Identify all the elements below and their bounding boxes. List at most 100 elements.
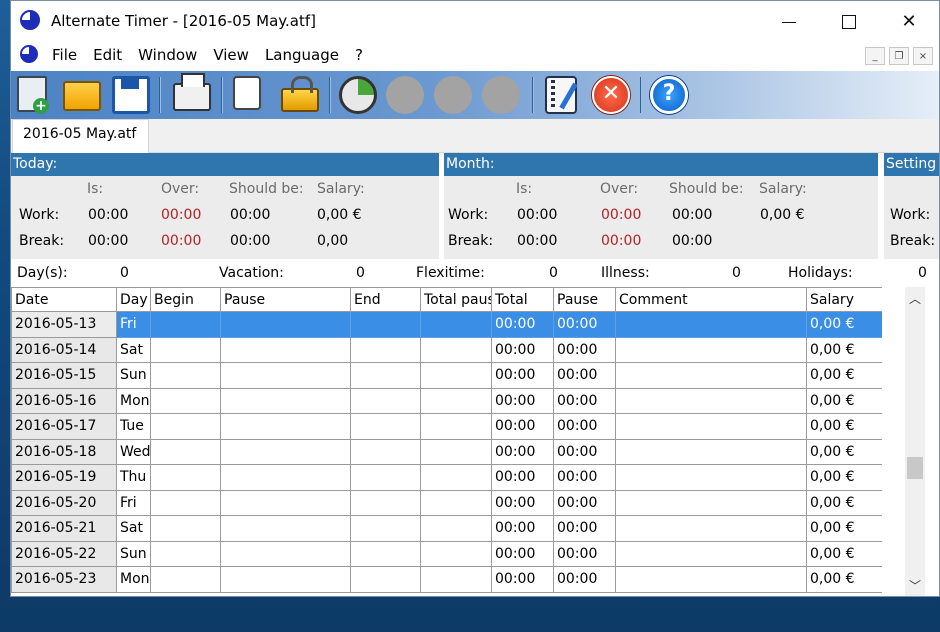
cell-day[interactable]: Sun (116, 540, 151, 567)
cell-comment[interactable] (615, 413, 807, 440)
cell-date[interactable]: 2016-05-21 (11, 515, 117, 542)
cell-day[interactable]: Sun (116, 362, 151, 389)
cell-pause-total[interactable]: 00:00 (553, 336, 616, 363)
table-row[interactable]: 2016-05-19 Thu 00:00 00:00 0,00 € (11, 464, 882, 491)
cell-total-pause[interactable] (420, 413, 492, 440)
column-header-total[interactable]: Total (491, 287, 554, 312)
cell-total[interactable]: 00:00 (491, 413, 554, 440)
column-header-end[interactable]: End (350, 287, 421, 312)
cell-pause[interactable] (220, 515, 351, 542)
cell-day[interactable]: Sat (116, 515, 151, 542)
cell-total[interactable]: 00:00 (491, 540, 554, 567)
cell-total-pause[interactable] (420, 489, 492, 516)
new-document-icon[interactable] (17, 76, 49, 114)
menu-window[interactable]: Window (138, 46, 204, 64)
scroll-down-icon[interactable]: ﹀ (905, 576, 925, 596)
cell-end[interactable] (350, 362, 421, 389)
print-icon[interactable] (173, 73, 211, 111)
cell-total[interactable]: 00:00 (491, 336, 554, 363)
cell-total[interactable]: 00:00 (491, 515, 554, 542)
cell-end[interactable] (350, 489, 421, 516)
cell-comment[interactable] (615, 489, 807, 516)
mdi-close-button[interactable]: × (913, 47, 933, 65)
time-grid[interactable]: DateDayBeginPauseEndTotal pauseTotalPaus… (11, 287, 882, 596)
cell-end[interactable] (350, 540, 421, 567)
cell-total-pause[interactable] (420, 438, 492, 465)
cell-pause-total[interactable]: 00:00 (553, 438, 616, 465)
column-header-comment[interactable]: Comment (615, 287, 807, 312)
table-row[interactable]: 2016-05-17 Tue 00:00 00:00 0,00 € (11, 413, 882, 440)
cancel-icon[interactable]: ✕ (592, 76, 630, 114)
maximize-button[interactable] (819, 1, 879, 42)
title-bar[interactable]: Alternate Timer - [2016-05 May.atf] ✕ (11, 1, 939, 42)
table-row[interactable]: 2016-05-14 Sat 00:00 00:00 0,00 € (11, 336, 882, 363)
table-row[interactable]: 2016-05-21 Sat 00:00 00:00 0,00 € (11, 515, 882, 542)
cell-date[interactable]: 2016-05-14 (11, 336, 117, 363)
close-button[interactable]: ✕ (879, 1, 939, 42)
cell-day[interactable]: Fri (116, 489, 151, 516)
cell-end[interactable] (350, 438, 421, 465)
cell-salary[interactable]: 0,00 € (806, 464, 882, 491)
cell-date[interactable]: 2016-05-23 (11, 566, 117, 593)
cell-total-pause[interactable] (420, 540, 492, 567)
cell-pause[interactable] (220, 336, 351, 363)
cell-comment[interactable] (615, 464, 807, 491)
cell-total[interactable]: 00:00 (491, 311, 554, 338)
cell-day[interactable]: Fri (116, 311, 151, 338)
table-row[interactable]: 2016-05-23 Mon 00:00 00:00 0,00 € (11, 566, 882, 593)
cell-salary[interactable]: 0,00 € (806, 489, 882, 516)
minimize-button[interactable] (759, 1, 819, 42)
scroll-thumb[interactable] (907, 457, 923, 479)
cell-date[interactable]: 2016-05-19 (11, 464, 117, 491)
cell-total-pause[interactable] (420, 362, 492, 389)
cell-total[interactable]: 00:00 (491, 362, 554, 389)
column-header-pause[interactable]: Pause (220, 287, 351, 312)
cell-begin[interactable] (150, 362, 221, 389)
cell-salary[interactable]: 0,00 € (806, 362, 882, 389)
cell-comment[interactable] (615, 515, 807, 542)
open-folder-icon[interactable] (63, 81, 101, 111)
cell-pause[interactable] (220, 362, 351, 389)
cell-begin[interactable] (150, 464, 221, 491)
cell-end[interactable] (350, 515, 421, 542)
scroll-up-icon[interactable]: ︿ (905, 289, 925, 309)
lock-icon[interactable] (281, 76, 319, 112)
cell-pause-total[interactable]: 00:00 (553, 566, 616, 593)
column-header-total-pause[interactable]: Total pause (420, 287, 492, 312)
cell-salary[interactable]: 0,00 € (806, 387, 882, 414)
clock-icon[interactable] (339, 76, 377, 114)
gray-circle-icon[interactable] (386, 76, 424, 114)
cell-comment[interactable] (615, 438, 807, 465)
cell-comment[interactable] (615, 387, 807, 414)
cell-end[interactable] (350, 566, 421, 593)
cell-pause[interactable] (220, 311, 351, 338)
cell-date[interactable]: 2016-05-18 (11, 438, 117, 465)
column-header-begin[interactable]: Begin (150, 287, 221, 312)
tab-document[interactable]: 2016-05 May.atf (12, 119, 150, 153)
cell-date[interactable]: 2016-05-20 (11, 489, 117, 516)
cell-begin[interactable] (150, 515, 221, 542)
menu-language[interactable]: Language (265, 46, 346, 64)
cell-end[interactable] (350, 311, 421, 338)
document-clock-icon[interactable] (20, 45, 38, 63)
cell-pause[interactable] (220, 566, 351, 593)
cell-total[interactable]: 00:00 (491, 387, 554, 414)
cell-pause[interactable] (220, 464, 351, 491)
mdi-restore-button[interactable]: ❐ (889, 47, 909, 65)
table-row[interactable]: 2016-05-16 Mon 00:00 00:00 0,00 € (11, 387, 882, 414)
cell-pause-total[interactable]: 00:00 (553, 362, 616, 389)
cell-salary[interactable]: 0,00 € (806, 311, 882, 338)
cell-pause-total[interactable]: 00:00 (553, 489, 616, 516)
column-header-salary[interactable]: Salary (806, 287, 882, 312)
cell-end[interactable] (350, 336, 421, 363)
cell-begin[interactable] (150, 311, 221, 338)
cell-salary[interactable]: 0,00 € (806, 566, 882, 593)
cell-salary[interactable]: 0,00 € (806, 540, 882, 567)
menu-help[interactable]: ? (355, 46, 370, 64)
table-row[interactable]: 2016-05-15 Sun 00:00 00:00 0,00 € (11, 362, 882, 389)
cell-pause[interactable] (220, 540, 351, 567)
cell-total-pause[interactable] (420, 387, 492, 414)
cell-day[interactable]: Thu (116, 464, 151, 491)
table-row[interactable]: 2016-05-13 Fri 00:00 00:00 0,00 € (11, 311, 882, 338)
copy-icon[interactable] (233, 76, 261, 110)
